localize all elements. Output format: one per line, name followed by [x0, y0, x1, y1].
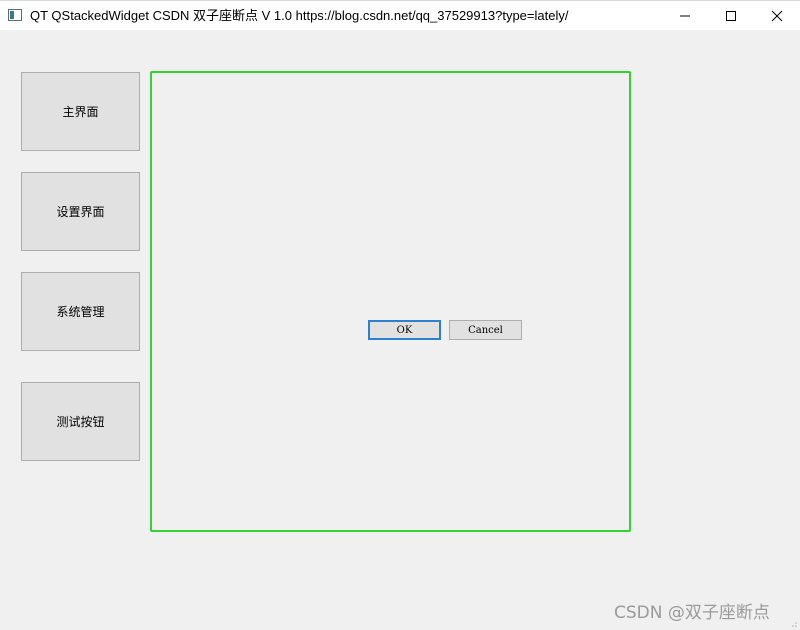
minimize-icon: [680, 15, 690, 16]
stacked-widget: OK Cancel: [150, 71, 631, 532]
maximize-icon: [726, 10, 736, 21]
system-management-button-label: 系统管理: [56, 305, 105, 319]
size-grip-icon[interactable]: [788, 618, 798, 628]
main-page-button[interactable]: 主界面: [21, 72, 140, 151]
maximize-button[interactable]: [708, 1, 754, 30]
title-bar[interactable]: QT QStackedWidget CSDN 双子座断点 V 1.0 https…: [0, 0, 800, 30]
cancel-button[interactable]: Cancel: [449, 320, 522, 340]
window-title: QT QStackedWidget CSDN 双子座断点 V 1.0 https…: [30, 8, 569, 23]
test-button-label: 测试按钮: [56, 415, 105, 429]
settings-page-button-label: 设置界面: [56, 205, 105, 219]
main-window: QT QStackedWidget CSDN 双子座断点 V 1.0 https…: [0, 0, 800, 630]
system-management-button[interactable]: 系统管理: [21, 272, 140, 351]
ok-button[interactable]: OK: [368, 320, 441, 340]
settings-page-button[interactable]: 设置界面: [21, 172, 140, 251]
app-icon: [8, 9, 22, 21]
close-button[interactable]: [754, 1, 800, 30]
ok-button-label: OK: [396, 324, 413, 336]
main-page-button-label: 主界面: [62, 105, 99, 119]
close-icon: [771, 10, 783, 21]
test-button[interactable]: 测试按钮: [21, 382, 140, 461]
cancel-button-label: Cancel: [468, 324, 503, 336]
watermark: CSDN @双子座断点: [614, 603, 770, 623]
minimize-button[interactable]: [662, 1, 708, 30]
